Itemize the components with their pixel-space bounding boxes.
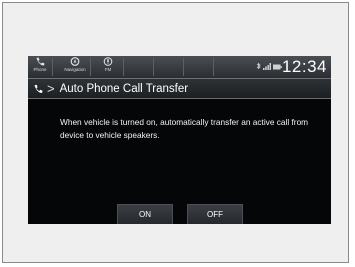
manual-figure-frame: Phone Navigation FM 12:34 > Auto Phone C… (2, 2, 349, 263)
page-title: Auto Phone Call Transfer (59, 82, 189, 95)
divider (90, 58, 91, 76)
phone-app-label: Phone (33, 67, 47, 72)
navigation-app-button[interactable]: Navigation (64, 57, 86, 77)
status-bar: Phone Navigation FM 12:34 (28, 56, 331, 79)
fm-app-button[interactable]: FM (97, 57, 119, 77)
navigation-icon (70, 57, 80, 66)
title-bar: > Auto Phone Call Transfer (28, 79, 331, 99)
off-button[interactable]: OFF (187, 204, 243, 224)
fm-app-label: FM (104, 67, 112, 72)
divider (52, 58, 53, 76)
setting-description: When vehicle is turned on, automatically… (60, 117, 309, 140)
phone-app-button[interactable]: Phone (29, 57, 51, 77)
status-indicators (256, 61, 282, 71)
radio-icon (103, 57, 113, 66)
bluetooth-icon (256, 57, 261, 75)
phone-icon (35, 57, 45, 66)
battery-icon (273, 57, 282, 75)
phone-icon[interactable] (33, 84, 43, 94)
infotainment-screen: Phone Navigation FM 12:34 > Auto Phone C… (28, 56, 331, 224)
divider (123, 58, 124, 76)
breadcrumb-separator: > (47, 81, 55, 96)
navigation-app-label: Navigation (64, 67, 86, 72)
clock: 12:34 (281, 57, 327, 76)
divider (183, 58, 184, 76)
on-button[interactable]: ON (117, 204, 173, 224)
signal-icon (263, 57, 271, 75)
divider (153, 58, 154, 76)
divider (213, 58, 214, 76)
